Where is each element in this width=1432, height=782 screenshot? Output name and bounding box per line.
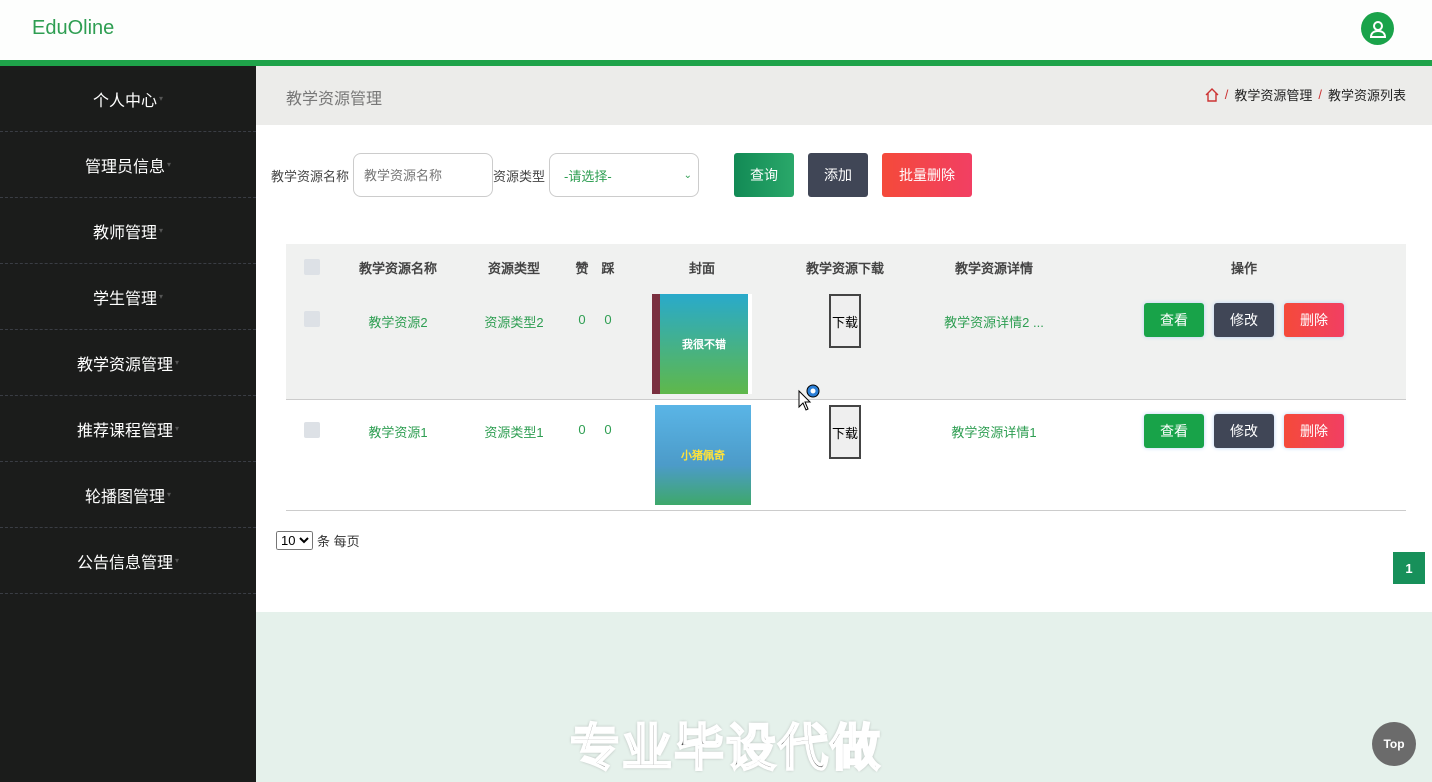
- row-checkbox[interactable]: [304, 422, 320, 438]
- footer-banner: 专业毕设代做: [256, 612, 1432, 782]
- col-likes: 赞: [575, 260, 589, 276]
- cover-image[interactable]: 我很不错: [652, 294, 752, 394]
- resource-type: 资源类型2: [484, 315, 544, 330]
- breadcrumb-item: 教学资源列表: [1327, 88, 1406, 103]
- dislikes-count: 0: [604, 422, 612, 437]
- sidebar-item-label: 个人中心: [92, 92, 157, 110]
- home-icon[interactable]: [1205, 87, 1219, 102]
- col-cover: 封面: [688, 260, 715, 276]
- resource-type: 资源类型1: [484, 425, 544, 440]
- chevron-icon: ▾: [175, 358, 180, 367]
- chevron-icon: ▾: [175, 556, 180, 565]
- user-avatar-icon[interactable]: [1361, 12, 1394, 45]
- col-name: 教学资源名称: [358, 260, 437, 276]
- resource-name: 教学资源2: [368, 315, 428, 330]
- col-dislikes: 踩: [601, 260, 615, 276]
- page-title: 教学资源管理: [286, 91, 383, 108]
- row-checkbox[interactable]: [304, 311, 320, 327]
- edit-button[interactable]: 修改: [1214, 303, 1274, 337]
- sidebar-item-label: 推荐课程管理: [76, 422, 173, 440]
- dislikes-count: 0: [604, 312, 612, 327]
- query-button[interactable]: 查询: [734, 153, 795, 197]
- col-download: 教学资源下载: [805, 260, 884, 276]
- col-actions: 操作: [1230, 260, 1257, 276]
- sidebar-item-admin-info[interactable]: 管理员信息 ▾: [0, 132, 256, 198]
- back-to-top-button[interactable]: Top: [1372, 722, 1416, 766]
- page-1-button[interactable]: 1: [1393, 552, 1425, 584]
- cover-image[interactable]: 小猪佩奇: [655, 405, 751, 505]
- sidebar-item-label: 公告信息管理: [76, 554, 173, 572]
- type-select[interactable]: -请选择- ⌄: [549, 153, 700, 197]
- view-button[interactable]: 查看: [1144, 303, 1204, 337]
- sidebar-item-notices[interactable]: 公告信息管理 ▾: [0, 528, 256, 594]
- table-row: 教学资源2 资源类型2 0 0 我很不错 下载 教学资源详情2 ... 查看 修…: [286, 290, 1406, 400]
- top-header: EduOline: [0, 0, 1432, 60]
- sidebar-item-label: 学生管理: [92, 290, 157, 308]
- sidebar-item-teacher[interactable]: 教师管理 ▾: [0, 198, 256, 264]
- col-type: 资源类型: [487, 260, 540, 276]
- sidebar-item-label: 教师管理: [92, 224, 157, 242]
- likes-count: 0: [578, 422, 586, 437]
- title-bar: 教学资源管理 / 教学资源管理 / 教学资源列表: [256, 66, 1432, 125]
- page-size-control: 10 条 每页: [276, 531, 360, 550]
- search-bar: 教学资源名称 资源类型 -请选择- ⌄ 查询 添加 批量删除: [271, 153, 973, 197]
- mouse-cursor-icon: [798, 384, 820, 411]
- download-button[interactable]: 下载: [829, 405, 861, 459]
- sidebar: 个人中心 ▾ 管理员信息 ▾ 教师管理 ▾ 学生管理 ▾ 教学资源管理 ▾ 推荐课程管理 ▾…: [0, 66, 256, 782]
- per-page-label: 条 每页: [317, 534, 360, 549]
- ad-text: 专业毕设代做: [569, 719, 882, 777]
- breadcrumb-separator: /: [1224, 87, 1229, 102]
- breadcrumb-item[interactable]: 教学资源管理: [1234, 85, 1312, 104]
- likes-count: 0: [578, 312, 586, 327]
- chevron-icon: ▾: [159, 292, 164, 301]
- sidebar-item-personal-center[interactable]: 个人中心 ▾: [0, 66, 256, 132]
- chevron-icon: ▾: [167, 160, 172, 169]
- name-search-input[interactable]: [353, 153, 494, 197]
- resource-name: 教学资源1: [368, 425, 428, 440]
- table-header: 教学资源名称 资源类型 赞 踩 封面 教学资源下载 教学资源详情 操作: [286, 244, 1406, 290]
- page-size-select[interactable]: 10: [276, 531, 313, 550]
- batch-delete-button[interactable]: 批量删除: [882, 153, 973, 197]
- type-select-value: -请选择-: [564, 168, 612, 184]
- download-button[interactable]: 下载: [829, 294, 861, 348]
- type-label: 资源类型: [493, 168, 546, 184]
- delete-button[interactable]: 删除: [1284, 303, 1344, 337]
- resource-table: 教学资源名称 资源类型 赞 踩 封面 教学资源下载 教学资源详情 操作 教学资源…: [286, 244, 1406, 511]
- logo[interactable]: EduOline: [32, 17, 114, 40]
- col-detail: 教学资源详情: [954, 260, 1033, 276]
- edit-button[interactable]: 修改: [1214, 414, 1274, 448]
- breadcrumb-separator: /: [1318, 87, 1322, 102]
- sidebar-item-resources[interactable]: 教学资源管理 ▾: [0, 330, 256, 396]
- chevron-icon: ▾: [159, 94, 164, 103]
- delete-button[interactable]: 删除: [1284, 414, 1344, 448]
- sidebar-item-courses[interactable]: 推荐课程管理 ▾: [0, 396, 256, 462]
- resource-detail: 教学资源详情2 ...: [944, 315, 1044, 330]
- sidebar-item-label: 教学资源管理: [76, 356, 173, 374]
- sidebar-item-label: 管理员信息: [84, 158, 165, 176]
- table-row: 教学资源1 资源类型1 0 0 小猪佩奇 下载 教学资源详情1 查看 修改 删除: [286, 400, 1406, 511]
- sidebar-item-carousel[interactable]: 轮播图管理 ▾: [0, 462, 256, 528]
- cover-caption: 小猪佩奇: [681, 450, 725, 462]
- chevron-down-icon: ⌄: [683, 169, 693, 181]
- name-label: 教学资源名称: [271, 168, 350, 184]
- breadcrumb: / 教学资源管理 / 教学资源列表: [1205, 85, 1406, 104]
- chevron-icon: ▾: [175, 424, 180, 433]
- add-button[interactable]: 添加: [808, 153, 869, 197]
- chevron-icon: ▾: [167, 490, 172, 499]
- select-all-checkbox[interactable]: [304, 259, 320, 275]
- view-button[interactable]: 查看: [1144, 414, 1204, 448]
- sidebar-item-label: 轮播图管理: [84, 488, 165, 506]
- sidebar-item-student[interactable]: 学生管理 ▾: [0, 264, 256, 330]
- cover-caption: 我很不错: [682, 339, 726, 351]
- chevron-icon: ▾: [159, 226, 164, 235]
- resource-detail: 教学资源详情1: [951, 425, 1037, 440]
